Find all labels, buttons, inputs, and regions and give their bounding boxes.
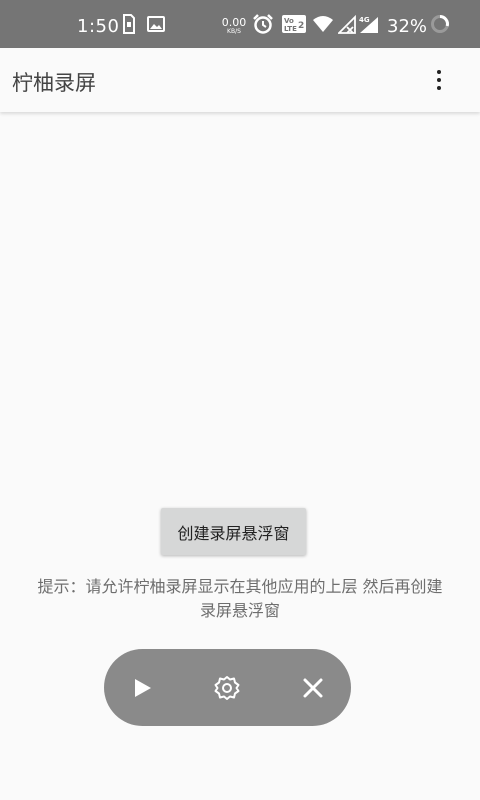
app-title: 柠柚录屏 [12, 71, 96, 95]
more-vert-icon[interactable] [424, 62, 454, 98]
battery-ring-icon [431, 15, 449, 33]
status-bar: 1:50 0.00 KB/S Vo LTE 2 4G 32% [0, 0, 480, 48]
play-icon[interactable] [122, 668, 162, 708]
4g-signal-icon: 4G [359, 16, 378, 33]
svg-text:Vo: Vo [284, 17, 294, 25]
svg-text:4G: 4G [359, 16, 370, 24]
create-floating-window-button[interactable]: 创建录屏悬浮窗 [161, 508, 306, 555]
svg-text:LTE: LTE [284, 25, 297, 33]
net-speed: 0.00 KB/S [221, 17, 247, 35]
battery-percent: 32% [387, 16, 428, 37]
app-bar: 柠柚录屏 [0, 48, 480, 112]
sim-card-icon [123, 14, 135, 34]
net-speed-value: 0.00 [221, 16, 247, 29]
floating-control-panel [104, 649, 351, 726]
wifi-icon [313, 16, 333, 32]
net-speed-unit: KB/S [227, 28, 241, 35]
settings-icon[interactable] [207, 668, 247, 708]
hint-text: 提示：请允许柠柚录屏显示在其他应用的上层 然后再创建录屏悬浮窗 [37, 577, 443, 620]
volte-icon: Vo LTE 2 [282, 15, 306, 33]
status-time: 1:50 [77, 16, 120, 37]
signal-icon [338, 14, 356, 34]
close-icon[interactable] [293, 668, 333, 708]
image-icon [147, 16, 165, 32]
alarm-icon [253, 14, 273, 34]
svg-text:2: 2 [298, 21, 304, 31]
